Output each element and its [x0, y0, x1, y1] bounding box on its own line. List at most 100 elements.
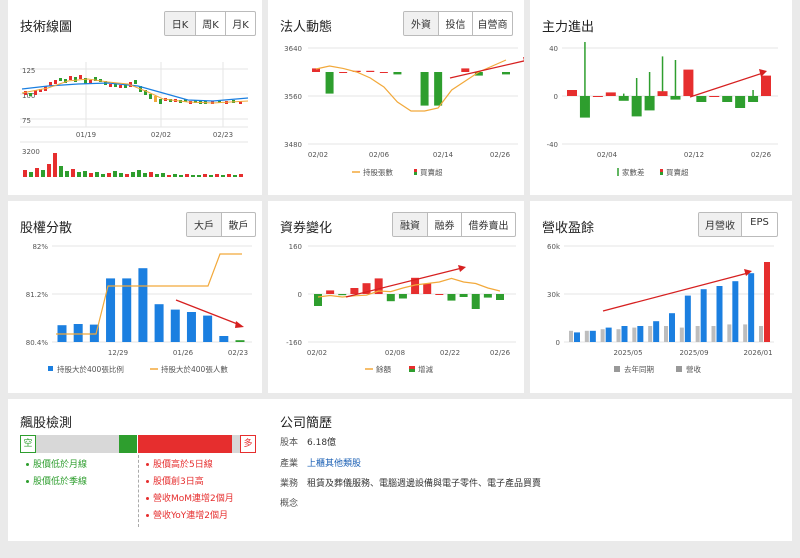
net-sell-bar	[748, 96, 759, 102]
margin-decrease-bar	[459, 294, 468, 297]
net-buy-bar	[592, 96, 603, 97]
major-legend-green-icon	[660, 172, 663, 175]
volume-bar	[203, 174, 207, 177]
inst-xtick-2: 02/14	[433, 151, 454, 159]
rev-trend-arrow	[602, 272, 749, 312]
margin-legend-balance: 餘額	[376, 364, 391, 374]
volume-bar	[161, 173, 165, 177]
bull-fill	[138, 435, 233, 453]
rev-xtick-1: 2025/09	[679, 349, 708, 357]
major-xtick-1: 02/12	[684, 151, 704, 159]
volume-bar	[23, 170, 27, 177]
bull-item-yoy: 營收YoY連增2個月	[146, 508, 228, 525]
last-year-bar	[648, 326, 653, 342]
bear-item-quarterly-text: 股價低於季線	[33, 477, 88, 487]
volume-bar	[137, 170, 141, 177]
industry-label: 產業	[280, 459, 299, 469]
margin-decrease-bar	[338, 294, 347, 296]
volume-bar	[65, 171, 69, 177]
profile-industry-row: 產業 上櫃其他類股	[280, 458, 361, 470]
margin-decrease-bar	[471, 294, 480, 309]
last-year-bar	[632, 327, 637, 342]
net-buy-bar	[567, 90, 577, 96]
dist-legend-blue-icon	[48, 366, 53, 371]
candle	[119, 85, 122, 88]
net-sell-bar	[696, 96, 707, 102]
rev-chart: 60k 30k 0 2025/05 2025/09 2026/01 去年同期 營…	[547, 243, 774, 374]
margin-ytick-mid: 0	[298, 291, 302, 299]
inst-legend-red-icon	[414, 169, 417, 172]
dist-ytick-mid: 81.2%	[26, 291, 49, 299]
inst-gridlines	[308, 47, 518, 145]
bear-fill	[119, 435, 138, 453]
margin-legend-change: 增減	[418, 364, 433, 374]
volume-bar	[119, 173, 123, 177]
net-sell-bar	[579, 96, 590, 118]
candle	[154, 96, 157, 102]
inst-panel: 法人動態 外資 投信 自營商 3640 3560 3480 02/02 02/0…	[268, 0, 524, 195]
margin-decrease-bar	[496, 294, 504, 300]
volume-bar	[131, 172, 135, 177]
major-ytick-top: 40	[549, 45, 558, 53]
holder-ratio-bar	[186, 312, 196, 342]
major-legend-net: 買賣超	[666, 167, 689, 177]
volume-bar	[167, 175, 171, 177]
volume-bar	[197, 175, 201, 177]
dist-ytick-bottom: 80.4%	[26, 339, 49, 347]
rev-panel: 營收盈餘 月營收 EPS 60k 30k 0 2025/05 2025/09 2…	[530, 201, 792, 393]
net-sell-bar	[618, 96, 629, 101]
candle	[69, 76, 72, 80]
margin-ytick-top: 160	[289, 243, 302, 251]
inst-xtick-1: 02/06	[369, 151, 390, 159]
volume-bar	[29, 172, 33, 177]
volume-bar	[185, 174, 189, 177]
holder-ratio-bar	[138, 268, 148, 342]
rev-xtick-0: 2025/05	[613, 349, 642, 357]
bull-item-mom-text: 營收MoM連增2個月	[153, 494, 234, 504]
industry-link[interactable]: 上櫃其他類股	[307, 459, 361, 469]
bull-item-yoy-text: 營收YoY連增2個月	[153, 511, 229, 521]
margin-decrease-bar	[386, 294, 395, 302]
business-label: 業務	[280, 479, 299, 489]
volume-bar	[233, 175, 237, 177]
candle	[54, 80, 57, 84]
inst-bars	[312, 68, 510, 106]
bottom-panel: 飆股檢測 空 多 股價低於月線 股價低於季線 股價高於5日線 股價創3日高 營收…	[8, 399, 792, 541]
rev-ytick-top: 60k	[547, 243, 561, 251]
holder-ratio-bar	[235, 340, 245, 342]
margin-increase-bar	[423, 283, 432, 294]
volume-bar	[149, 172, 153, 177]
last-year-bar	[679, 327, 684, 342]
revenue-bar	[621, 326, 628, 342]
margin-xtick-1: 02/08	[385, 349, 405, 357]
holder-ratio-bar	[73, 324, 83, 342]
volume-bar	[239, 174, 243, 177]
net-buy-bar	[366, 70, 375, 72]
major-xtick-2: 02/26	[751, 151, 772, 159]
margin-xtick-3: 02/26	[490, 349, 511, 357]
volume-bar	[209, 175, 213, 177]
net-buy-bar	[683, 69, 694, 96]
volume-bar	[215, 174, 219, 177]
check-title: 飆股檢測	[20, 416, 73, 431]
business-value: 租賃及葬儀服務、電腦週邊設備與電子零件、電子產品買賣	[307, 479, 542, 489]
rev-ytick-bottom: 0	[556, 339, 560, 347]
rev-bars	[569, 262, 770, 342]
margin-decrease-bar	[483, 294, 492, 298]
last-year-bar	[695, 326, 700, 342]
volume-bar	[227, 174, 231, 177]
holder-ratio-bar	[122, 278, 132, 342]
candle	[159, 99, 162, 104]
profile-title: 公司簡歷	[280, 416, 333, 431]
volume-bar	[89, 173, 93, 177]
dist-chart: 82% 81.2% 80.4% 12/29 01/26 02/23 持股大於40…	[26, 243, 252, 374]
volume-bar	[47, 164, 51, 177]
bull-item-3day-high: 股價創3日高	[146, 474, 204, 491]
margin-decrease-bar	[447, 294, 456, 301]
margin-legend-red-icon	[409, 366, 415, 369]
volume-bar	[155, 174, 159, 177]
margin-decrease-bar	[314, 294, 322, 306]
tech-xtick-0223: 02/23	[213, 131, 233, 139]
revenue-bar	[716, 286, 723, 342]
volume-bar	[71, 169, 75, 177]
